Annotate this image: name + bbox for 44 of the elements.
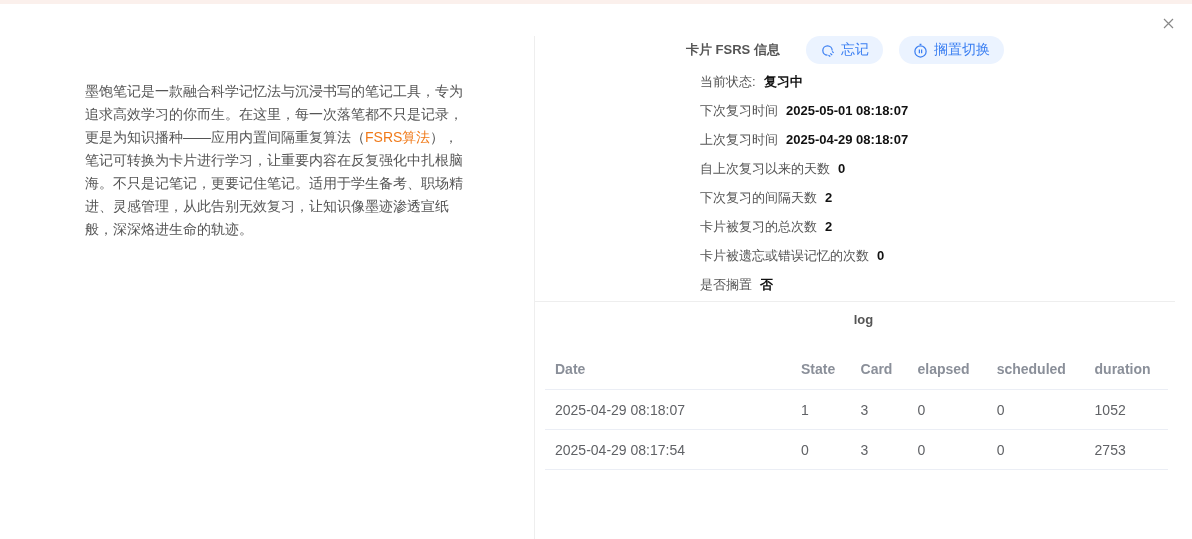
info-label: 卡片被遗忘或错误记忆的次数 bbox=[700, 246, 869, 265]
intro-paragraph: 墨饱笔记是一款融合科学记忆法与沉浸书写的笔记工具，专为追求高效学习的你而生。在这里，每一次落笔都不只是记录，更是为知识播种——应用内置间隔重复算法（FSRS算法），笔记可转换为卡片进行学习，让重要内容在反复强化中扎根脑海。不只是记笔记，更要记住笔记。适用于学生备考、职场精进、灵感管理，从此告别无效复习，让知识像墨迹渗透宣纸般，深深烙进生命的轨迹。 bbox=[85, 82, 464, 239]
table-cell: 0 bbox=[986, 429, 1085, 470]
table-cell: 2025-04-29 08:17:54 bbox=[545, 429, 791, 470]
table-cell: 3 bbox=[850, 429, 908, 470]
table-cell: 2753 bbox=[1084, 429, 1168, 470]
column-header: duration bbox=[1084, 349, 1168, 390]
column-header: State bbox=[791, 349, 851, 390]
column-header: elapsed bbox=[907, 349, 987, 390]
table-cell: 1 bbox=[791, 389, 851, 430]
info-value: 0 bbox=[838, 161, 846, 176]
table-cell: 0 bbox=[907, 389, 987, 430]
info-label: 是否搁置 bbox=[700, 275, 752, 294]
table-cell: 0 bbox=[791, 429, 851, 470]
table-cell: 0 bbox=[986, 389, 1085, 430]
column-header: Card bbox=[850, 349, 908, 390]
forget-button[interactable]: 忘记 bbox=[805, 36, 883, 64]
info-value: 2025-05-01 08:18:07 bbox=[786, 103, 909, 118]
info-label: 自上次复习以来的天数 bbox=[700, 159, 830, 178]
info-label: 卡片被复习的总次数 bbox=[700, 217, 817, 236]
column-header: Date bbox=[545, 349, 791, 390]
info-label: 上次复习时间 bbox=[700, 130, 778, 149]
close-button[interactable] bbox=[1161, 16, 1176, 31]
info-label: 下次复习时间 bbox=[700, 101, 778, 120]
info-value: 2025-04-29 08:18:07 bbox=[786, 132, 909, 147]
info-value: 2 bbox=[825, 190, 833, 205]
table-cell: 2025-04-29 08:18:07 bbox=[545, 389, 791, 430]
table-cell: 3 bbox=[850, 389, 908, 430]
info-value: 否 bbox=[760, 275, 773, 294]
info-label: 当前状态: bbox=[700, 72, 756, 91]
info-value: 复习中 bbox=[763, 72, 803, 91]
close-icon bbox=[1163, 18, 1174, 29]
fsrs-link[interactable]: FSRS算法 bbox=[365, 129, 431, 145]
table-cell: 0 bbox=[907, 429, 987, 470]
refresh-icon bbox=[819, 42, 835, 58]
timer-icon bbox=[912, 42, 928, 58]
column-header: scheduled bbox=[986, 349, 1085, 390]
log-title: log bbox=[852, 311, 875, 329]
info-value: 0 bbox=[877, 248, 885, 263]
info-value: 2 bbox=[825, 219, 833, 234]
info-label: 下次复习的间隔天数 bbox=[700, 188, 817, 207]
table-cell: 1052 bbox=[1084, 389, 1168, 430]
suspend-button[interactable]: 搁置切换 bbox=[898, 36, 1004, 64]
info-title: 卡片 FSRS 信息 bbox=[686, 41, 780, 59]
